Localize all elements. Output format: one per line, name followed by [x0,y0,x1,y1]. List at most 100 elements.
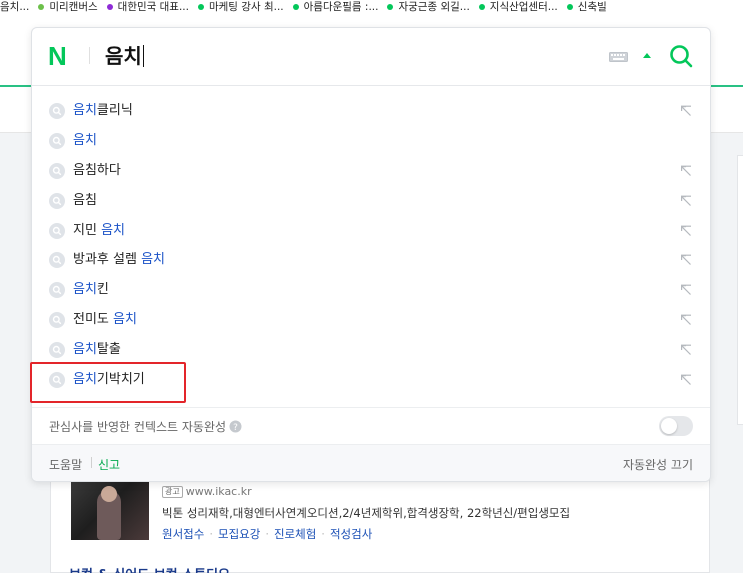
context-autocomplete-row: 관심사를 반영한 컨텍스트 자동완성 ? [32,407,710,444]
suggestion-text: 음치탈출 [73,335,121,365]
suggestion-match: 음치 [73,103,97,118]
footer-divider [91,457,92,468]
bookmark-item[interactable]: 마케팅 강사 최... [197,0,284,14]
bookmark-favicon-icon [197,3,204,10]
suggestion-search-icon [49,192,65,209]
bookmark-favicon-icon [566,3,573,10]
suggestion-search-icon [49,132,65,149]
ad-next-title[interactable]: 보컬 & 싱어드 보컬 스튜디오 [69,564,230,573]
suggestion-item[interactable]: 음치탈출 [32,335,710,365]
bookmark-item[interactable]: 음치... [0,0,29,14]
bookmark-label: 신축빌 [577,1,607,13]
context-toggle[interactable] [659,416,693,436]
ad-links: 원서접수 · 모집요강 · 진로체험 · 적성검사 [162,526,372,542]
suggestion-suffix: 킨 [96,282,109,298]
suggestion-text: 음침하다 [73,156,121,186]
fill-query-arrow-icon[interactable] [680,254,692,266]
suggestion-search-icon [49,342,65,359]
bookmarks-bar: 음치... 미리캔버스 대한민국 대표... 마케팅 강사 최... 아름다운필름 :.… [0,0,743,16]
ad-link-separator: · [209,527,213,541]
search-input[interactable]: 음치 [105,43,144,69]
context-label-text: 관심사를 반영한 컨텍스트 자동완성 [49,420,227,434]
suggestion-text: 방과후 설렘 음치 [73,245,165,275]
suggestion-search-icon [49,312,65,329]
turn-off-autocomplete-link[interactable]: 자동완성 끄기 [623,456,693,473]
autocomplete-panel: N 음치 음치클리닉 음치 음침하다 음침 지민 음치 방과후 설렘 음치 음치킨 전미도 음… [30,27,711,482]
ad-thumbnail[interactable] [71,482,149,540]
background-side-card [737,155,743,425]
ad-description: 빅톤 성리재학,대형엔터사연계오디션,2/4년제학위,합격생장학, 22학년신/… [162,506,571,520]
suggestion-item[interactable]: 전미도 음치 [32,305,710,335]
bookmark-label: 아름다운필름 :... [303,1,379,13]
bookmark-label: 마케팅 강사 최... [208,1,284,13]
ad-meta: 광고 www.ikac.kr [162,485,252,498]
suggestion-prefix: 음침 [73,192,97,208]
suggestion-item[interactable]: 음치 [32,126,710,156]
suggestion-prefix: 지민 [73,222,102,238]
bookmark-favicon-icon [292,3,299,10]
ad-url[interactable]: www.ikac.kr [186,485,252,498]
suggestion-text: 음치기박치기 [73,365,145,395]
ad-link-separator: · [321,527,325,541]
help-icon[interactable]: ? [229,420,242,433]
suggestion-match: 음치 [73,372,97,388]
suggestion-item[interactable]: 방과후 설렘 음치 [32,245,710,275]
bookmark-item[interactable]: 신축빌 [566,0,607,14]
suggestion-search-icon [49,222,65,239]
context-label: 관심사를 반영한 컨텍스트 자동완성 ? [49,418,242,435]
suggestion-search-icon [49,103,65,119]
suggestion-search-icon [49,282,65,299]
suggestion-suffix: 클리닉 [96,103,133,118]
suggestion-prefix: 방과후 설렘 [73,252,142,268]
report-link[interactable]: 신고 [98,456,120,473]
collapse-arrow-icon[interactable] [643,53,651,58]
suggestion-match: 음치 [73,342,97,358]
suggestion-text: 전미도 음치 [73,305,137,335]
bookmark-favicon-icon [478,3,485,10]
suggestion-item[interactable]: 음침하다 [32,156,710,186]
suggestion-item[interactable]: 음치기박치기 [32,365,710,395]
fill-query-arrow-icon[interactable] [680,344,692,356]
suggestion-item[interactable]: 음침 [32,186,710,216]
fill-query-arrow-icon[interactable] [680,105,692,117]
fill-query-arrow-icon[interactable] [680,374,692,386]
bookmark-item[interactable]: 아름다운필름 :... [292,0,379,14]
ad-link-separator: · [265,527,269,541]
bookmark-item[interactable]: 자궁근종 외길... [387,0,470,14]
bookmark-item[interactable]: 지식산업센터... [478,0,558,14]
ad-link[interactable]: 진로체험 [274,527,316,541]
search-query-text: 음치 [105,44,142,68]
suggestion-item[interactable]: 지민 음치 [32,216,710,246]
bookmark-favicon-icon [38,3,45,10]
fill-query-arrow-icon[interactable] [680,225,692,237]
ad-link[interactable]: 모집요강 [218,527,260,541]
suggestion-suffix: 기박치기 [96,372,145,388]
logo-divider [89,47,90,64]
suggestion-match: 음치 [101,222,125,238]
suggestion-item[interactable]: 음치킨 [32,275,710,305]
fill-query-arrow-icon[interactable] [680,314,692,326]
fill-query-arrow-icon[interactable] [680,195,692,207]
naver-logo[interactable]: N [48,42,67,70]
suggestion-item[interactable]: 음치클리닉 [32,96,710,126]
suggestion-search-icon [49,162,65,179]
bookmark-favicon-icon [387,3,394,10]
search-bar: N 음치 [32,28,710,86]
fill-query-arrow-icon[interactable] [680,284,692,296]
bookmark-item[interactable]: 미리캔버스 [38,0,98,14]
help-link[interactable]: 도움말 [49,456,82,473]
keyboard-icon[interactable] [609,52,628,62]
suggestion-prefix: 음침하다 [73,162,121,178]
ad-link[interactable]: 원서접수 [162,527,204,541]
bookmark-item[interactable]: 대한민국 대표... [106,0,189,14]
suggestion-text: 음침 [73,186,97,216]
suggestion-search-icon [49,252,65,269]
ad-link[interactable]: 적성검사 [330,527,372,541]
bookmark-label: 자궁근종 외길... [398,1,470,13]
suggestion-match: 음치 [113,312,137,328]
suggestion-prefix: 전미도 [73,312,114,328]
text-caret [142,45,144,67]
fill-query-arrow-icon[interactable] [680,165,692,177]
search-icon[interactable] [669,44,693,68]
suggestion-match: 음치 [141,252,165,268]
